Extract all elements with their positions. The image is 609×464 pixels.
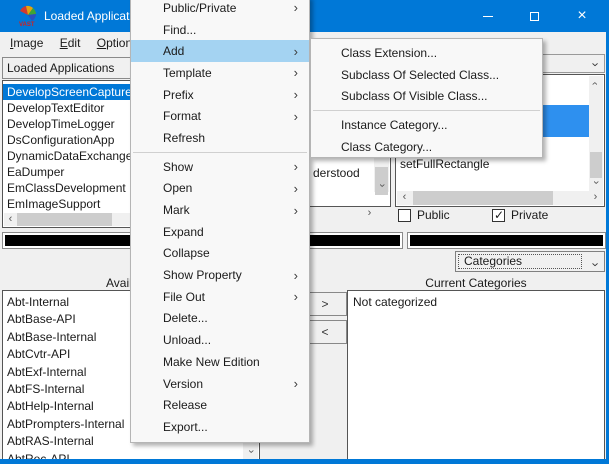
scroll-left-icon[interactable]: ‹ [4,213,17,226]
scrollbar-thumb[interactable] [590,152,602,178]
right-divider-bar[interactable] [408,233,605,248]
submenu-arrow-icon [294,181,298,196]
methods-horizontal-scrollbar[interactable]: ‹ › [397,191,603,205]
scroll-left-icon[interactable]: ‹ [398,191,411,204]
submenu-arrow-icon [294,159,298,174]
chevron-down-icon: › [588,62,603,66]
chevron-down-icon: › [586,262,605,266]
public-checkbox[interactable] [398,209,411,222]
focus-rectangle [458,254,582,269]
scroll-right-icon[interactable]: › [363,207,376,220]
menu-item-delete[interactable]: Delete... [131,308,309,330]
submenu-item-subclass-of-selected-class[interactable]: Subclass Of Selected Class... [311,64,542,86]
scrollbar-thumb[interactable] [413,191,553,205]
menu-item-refresh[interactable]: Refresh [131,127,309,149]
methods-vertical-scrollbar[interactable]: › › [589,76,603,192]
submenu-arrow-icon [294,109,298,124]
menu-item-find[interactable]: Find... [131,19,309,41]
menu-separator [311,107,542,114]
menu-item-mark[interactable]: Mark [131,199,309,221]
svg-text:VAST: VAST [19,22,35,27]
menu-item-public-private[interactable]: Public/Private [131,0,309,19]
check-icon: ✓ [494,208,504,222]
scroll-down-icon[interactable]: › [375,179,388,192]
menu-item-add[interactable]: Add [131,40,309,62]
list-item[interactable]: Not categorized [353,294,604,311]
minimize-button[interactable] [464,0,511,32]
list-item[interactable]: derstood [313,165,360,181]
submenu-item-instance-category[interactable]: Instance Category... [311,114,542,136]
menu-item-show-property[interactable]: Show Property [131,264,309,286]
submenu-arrow-icon [294,268,298,283]
submenu-arrow-icon [294,203,298,218]
menubar-item-image[interactable]: Image [10,32,43,54]
scroll-down-icon[interactable]: › [589,176,602,189]
private-checkbox[interactable]: ✓ [492,209,505,222]
submenu-arrow-icon [294,44,298,59]
menu-item-open[interactable]: Open [131,178,309,200]
menu-item-show[interactable]: Show [131,156,309,178]
current-categories-label: Current Categories [347,276,605,290]
submenu-arrow-icon [294,65,298,80]
submenu-arrow-icon [294,87,298,102]
maximize-button[interactable] [511,0,558,32]
window-border-bottom [0,459,609,464]
menu-item-format[interactable]: Format [131,105,309,127]
submenu-arrow-icon [294,289,298,304]
submenu-item-subclass-of-visible-class[interactable]: Subclass Of Visible Class... [311,85,542,107]
menu-item-template[interactable]: Template [131,62,309,84]
scroll-down-icon[interactable]: › [244,445,257,458]
scrollbar-thumb[interactable] [17,213,112,226]
close-icon: × [577,7,586,25]
menu-item-make-new-edition[interactable]: Make New Edition [131,351,309,373]
minimize-icon [483,16,493,17]
current-categories-list: Not categorized [347,290,605,462]
maximize-icon [530,12,539,21]
submenu-item-class-category[interactable]: Class Category... [311,136,542,158]
menu-item-prefix[interactable]: Prefix [131,84,309,106]
menu-item-expand[interactable]: Expand [131,221,309,243]
menu-item-file-out[interactable]: File Out [131,286,309,308]
close-button[interactable]: × [558,0,606,32]
public-checkbox-label: Public [417,207,450,223]
menu-item-version[interactable]: Version [131,373,309,395]
menu-item-release[interactable]: Release [131,394,309,416]
menu-item-export[interactable]: Export... [131,416,309,438]
add-submenu: Class Extension... Subclass Of Selected … [310,38,543,158]
categories-dropdown-button[interactable]: Categories › [455,251,605,272]
submenu-item-class-extension[interactable]: Class Extension... [311,42,542,64]
menubar-item-edit[interactable]: Edit [60,32,81,54]
submenu-arrow-icon [294,0,298,15]
scroll-up-icon[interactable]: › [589,77,602,90]
scroll-right-icon[interactable]: › [589,191,602,204]
menu-item-unload[interactable]: Unload... [131,329,309,351]
vast-app-icon: VAST [18,5,38,27]
context-menu: Public/Private Find... Add Template Pref… [130,0,310,443]
submenu-arrow-icon [294,376,298,391]
private-checkbox-label: Private [511,207,548,223]
menu-separator [131,149,309,156]
app-window: VAST Loaded Applications × Image Edit Op… [0,0,609,464]
menu-item-collapse[interactable]: Collapse [131,243,309,265]
